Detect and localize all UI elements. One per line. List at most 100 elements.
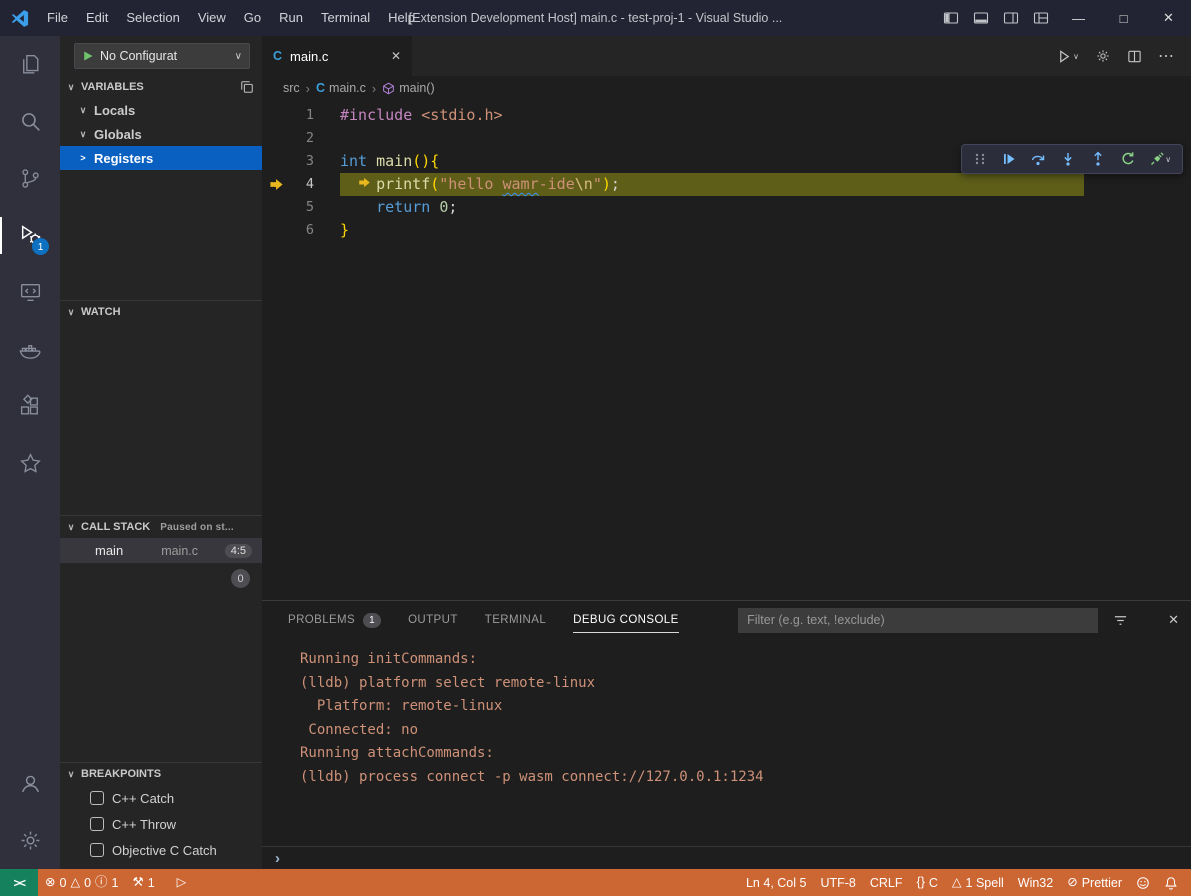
restart-button[interactable] [1120,151,1136,167]
breakpoints-section-header[interactable]: ∨ BREAKPOINTS [60,763,262,785]
feedback-button[interactable] [1129,869,1157,896]
split-editor-button[interactable] [1127,49,1142,64]
menu-edit[interactable]: Edit [77,0,117,36]
spell-checker-status[interactable]: △ 1 Spell [945,869,1011,896]
menu-run[interactable]: Run [270,0,312,36]
tab-output[interactable]: OUTPUT [408,601,458,639]
remote-indicator[interactable]: >< [0,869,38,896]
watch-section-header[interactable]: ∨ WATCH [60,301,262,323]
more-actions-button[interactable]: ⋯ [1158,46,1175,66]
activity-accounts[interactable] [0,755,60,812]
breakpoint-cpp-throw[interactable]: C++ Throw [60,811,262,837]
glyph-margin[interactable] [262,219,290,242]
breadcrumb-file[interactable]: C main.c [316,81,366,95]
language-mode[interactable]: {} C [910,869,945,896]
activity-remote-explorer[interactable] [0,264,60,321]
toggle-secondary-sidebar-button[interactable] [996,0,1026,36]
target-platform[interactable]: Win32 [1011,869,1060,896]
problems-status[interactable]: ⊗ 0 △ 0 ⓘ 1 [38,869,125,896]
code-line-4-current[interactable]: 4 printf("hello wamr-ide\n"); [262,173,1191,196]
debug-console-output[interactable]: Running initCommands: (lldb) platform se… [262,639,1191,789]
call-stack-section-header[interactable]: ∨ CALL STACK Paused on st... [60,516,262,538]
variables-section-header[interactable]: ∨ VARIABLES [60,76,262,98]
close-tab-icon[interactable]: ✕ [391,49,401,63]
console-filter-input[interactable] [738,608,1098,633]
breadcrumb-folder[interactable]: src [283,81,300,95]
start-debugging-icon [82,50,94,62]
activity-docker[interactable] [0,321,60,378]
customize-layout-button[interactable] [1026,0,1056,36]
tab-main-c[interactable]: C main.c ✕ [262,36,412,76]
glyph-margin[interactable] [262,196,290,219]
stack-frame-row[interactable]: main main.c 4:5 [60,538,262,563]
activity-run-and-debug[interactable]: 1 [0,207,60,264]
step-out-button[interactable] [1090,151,1106,167]
glyph-margin[interactable] [262,104,290,127]
encoding[interactable]: UTF-8 [813,869,862,896]
collapse-all-button[interactable] [240,80,254,94]
console-line: (lldb) platform select remote-linux [300,672,1191,696]
run-file-button[interactable]: ∨ [1057,49,1079,64]
breakpoint-objc-catch[interactable]: Objective C Catch [60,837,262,863]
breakpoint-label: C++ Catch [112,791,174,806]
checkbox[interactable] [90,843,104,857]
debug-console-input[interactable]: › [262,846,1191,869]
panel-filter-lines-button[interactable] [1113,613,1128,628]
close-panel-button[interactable]: ✕ [1168,612,1179,628]
scope-locals[interactable]: ∨ Locals [60,98,262,122]
code-line-6[interactable]: 6 } [262,219,1191,242]
cursor-position[interactable]: Ln 4, Col 5 [739,869,813,896]
notifications-button[interactable] [1157,869,1185,896]
formatter-status[interactable]: ⊘ Prettier [1060,869,1129,896]
close-window-button[interactable]: ✕ [1146,0,1191,36]
menu-selection[interactable]: Selection [117,0,188,36]
step-over-button[interactable] [1030,151,1046,167]
scope-registers[interactable]: > Registers [60,146,262,170]
breadcrumb-symbol[interactable]: main() [382,81,434,95]
continue-button[interactable] [1001,151,1017,167]
c-language-icon: C [273,49,282,63]
activity-explorer[interactable] [0,36,60,93]
menu-terminal[interactable]: Terminal [312,0,379,36]
breakpoint-cpp-catch[interactable]: C++ Catch [60,785,262,811]
filter-lines-icon [1113,613,1128,628]
checkbox[interactable] [90,791,104,805]
tab-terminal[interactable]: TERMINAL [485,601,546,639]
debug-config-dropdown[interactable]: No Configurat ∨ [74,43,250,69]
maximize-button[interactable]: □ [1101,0,1146,36]
stack-frame-position-badge: 4:5 [225,544,252,558]
tab-debug-console[interactable]: DEBUG CONSOLE [573,601,679,639]
activity-settings[interactable] [0,812,60,869]
glyph-margin[interactable] [262,127,290,150]
menu-file[interactable]: File [38,0,77,36]
chevron-down-icon: ∨ [65,82,77,93]
glyph-margin[interactable] [262,150,290,173]
activity-star[interactable] [0,435,60,492]
toggle-panel-button[interactable] [966,0,996,36]
step-into-button[interactable] [1060,151,1076,167]
code-line-1[interactable]: 1 #include <stdio.h> [262,104,1191,127]
scope-globals[interactable]: ∨ Globals [60,122,262,146]
activity-search[interactable] [0,93,60,150]
activity-source-control[interactable] [0,150,60,207]
editor-settings-button[interactable] [1095,48,1111,64]
tab-problems[interactable]: PROBLEMS 1 [288,601,381,639]
checkbox[interactable] [90,817,104,831]
glyph-margin[interactable] [262,173,290,196]
toolchain-status[interactable]: ⚒ 1 [125,869,161,896]
code-line-5[interactable]: 5 return 0; [262,196,1191,219]
activity-extensions[interactable] [0,378,60,435]
chevron-down-icon: ∨ [1165,155,1171,164]
disconnect-button[interactable]: ∨ [1149,151,1171,167]
debug-toolbar-drag-handle[interactable] [973,152,987,166]
code-token-spell-warning: wamr [503,175,539,193]
menu-go[interactable]: Go [235,0,270,36]
code-editor[interactable]: ∨ 1 #include <stdio.h> 2 3 int [262,100,1191,600]
toggle-sidebar-button[interactable] [936,0,966,36]
eol-sequence[interactable]: CRLF [863,869,910,896]
menu-view[interactable]: View [189,0,235,36]
minimize-button[interactable]: — [1056,0,1101,36]
call-stack-count-badge: 0 [231,569,250,588]
maximize-panel-button[interactable] [1141,613,1155,627]
debug-status-button[interactable]: ▷ [170,869,194,896]
